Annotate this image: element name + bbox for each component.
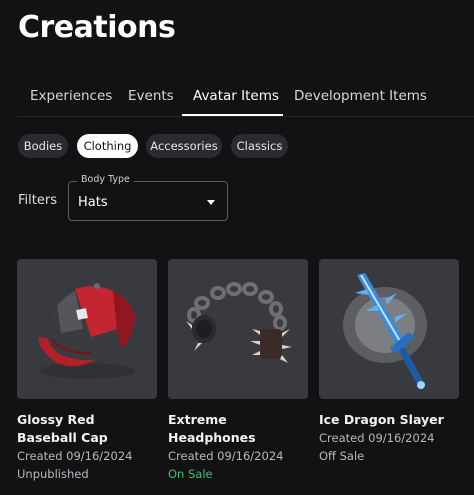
body-type-select[interactable]: Body Type Hats <box>68 174 228 221</box>
item-status: On Sale <box>168 467 213 481</box>
item-card[interactable]: Extreme Headphones Created 09/16/2024 On… <box>168 259 308 483</box>
item-name[interactable]: Extreme Headphones <box>168 411 308 447</box>
chip-bodies[interactable]: Bodies <box>18 134 68 158</box>
item-name[interactable]: Ice Dragon Slayer <box>319 411 459 429</box>
item-thumbnail[interactable] <box>168 259 308 399</box>
body-type-value: Hats <box>78 195 108 210</box>
headphones-icon <box>186 282 292 363</box>
baseball-cap-icon <box>38 283 135 379</box>
creations-tabs: Experiences Events Avatar Items Developm… <box>18 88 474 117</box>
tab-development-items[interactable]: Development Items <box>294 88 427 104</box>
tab-experiences[interactable]: Experiences <box>30 88 112 104</box>
tab-events[interactable]: Events <box>128 88 174 104</box>
body-type-legend: Body Type <box>77 174 134 185</box>
item-status: Off Sale <box>319 449 365 463</box>
item-created-date: Created 09/16/2024 <box>168 449 284 463</box>
page-title: Creations <box>18 10 176 45</box>
item-thumbnail[interactable] <box>17 259 157 399</box>
item-card[interactable]: Glossy Red Baseball Cap Created 09/16/20… <box>17 259 157 483</box>
chip-accessories[interactable]: Accessories <box>146 134 222 158</box>
filters-label: Filters <box>18 193 57 208</box>
ice-sword-icon <box>343 273 427 389</box>
item-status: Unpublished <box>17 467 89 481</box>
tabs-divider <box>18 116 474 117</box>
chip-classics[interactable]: Classics <box>231 134 288 158</box>
item-thumbnail[interactable] <box>319 259 459 399</box>
item-card[interactable]: Ice Dragon Slayer Created 09/16/2024 Off… <box>319 259 459 465</box>
item-created-date: Created 09/16/2024 <box>319 431 435 445</box>
active-tab-indicator <box>182 114 283 116</box>
caret-down-icon <box>207 200 215 205</box>
chip-clothing[interactable]: Clothing <box>77 134 138 158</box>
item-created-date: Created 09/16/2024 <box>17 449 133 463</box>
tab-avatar-items[interactable]: Avatar Items <box>193 88 279 104</box>
item-name[interactable]: Glossy Red Baseball Cap <box>17 411 157 447</box>
